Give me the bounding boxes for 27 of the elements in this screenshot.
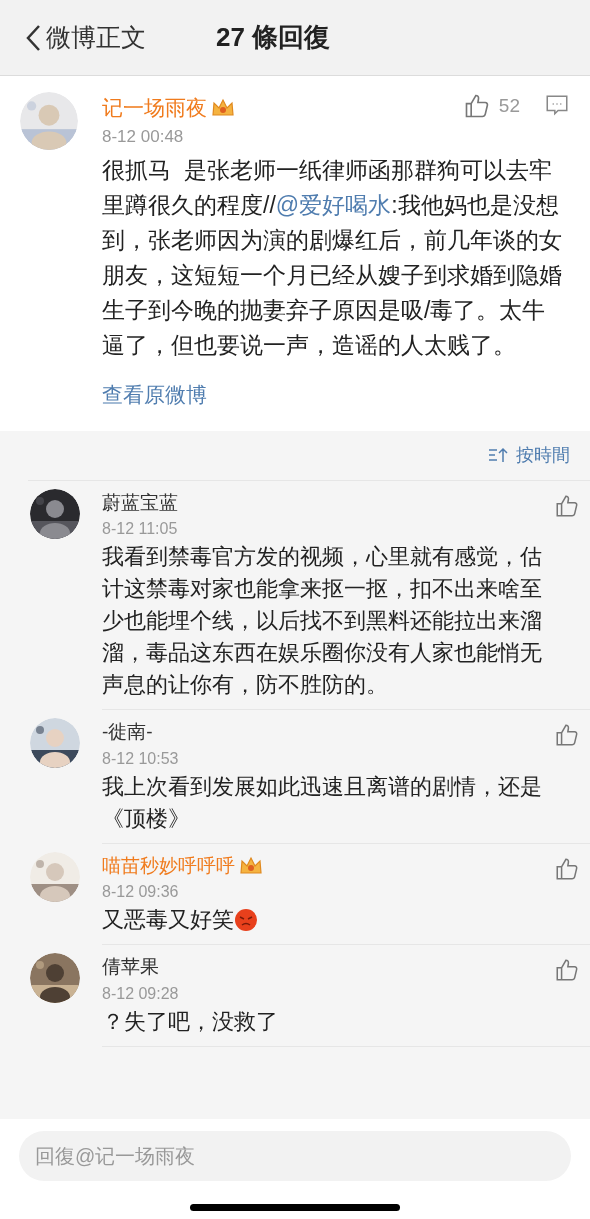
mention-link[interactable]: @爱好喝水 [275, 192, 392, 218]
timestamp: 8-12 10:53 [102, 748, 180, 769]
post-text: 很抓马 是张老师一纸律师函那群狗可以去牢里蹲很久的程度//@爱好喝水:我他妈也是没想到，张老师因为演的剧爆红后，前几年谈的女朋友，这短短一个月已经从嫂子到求婚到隐婚生子到今晚的抛妻弃子原因是吸/毒了。太牛逼了，但也要说一声，造谣的人太贱了。 [102, 156, 563, 360]
timestamp: 8-12 11:05 [102, 519, 179, 539]
timestamp: 8-12 09:28 [102, 983, 180, 1004]
username[interactable]: 记一场雨夜 [102, 92, 207, 124]
comment-text: 我看到禁毒官方发的视频，心里就有感觉，估计这禁毒对家也能拿来抠一抠，扣不出来啥至少也能埋个线，以后找不到黑料还能拉出来溜溜，毒品这东西在娱乐圈你没有人家也能悄无声息的让你有，防不胜防的。 [102, 543, 543, 699]
username[interactable]: 蔚蓝宝蓝 [102, 488, 178, 517]
page-title: 27 條回復 [216, 21, 331, 54]
like-icon[interactable] [554, 722, 580, 748]
like-count: 52 [498, 94, 520, 118]
reply-field[interactable]: 回復@记一场雨夜 [19, 1131, 571, 1181]
username[interactable]: 喵苗秒妙呼呼呼 [102, 851, 235, 880]
username[interactable]: 倩苹果 [102, 953, 159, 982]
comment-text: 又恶毒又好笑 [102, 906, 234, 934]
like-icon[interactable] [554, 855, 580, 882]
username[interactable]: -徙南- [102, 718, 153, 747]
view-original-link[interactable]: 查看原微博 [102, 379, 570, 411]
back-button[interactable]: 微博正文 [24, 18, 146, 57]
like-icon[interactable] [554, 492, 580, 519]
timestamp: 8-12 09:36 [102, 882, 180, 902]
like-icon[interactable] [554, 957, 580, 983]
comment-text: ？失了吧，没救了 [102, 1007, 278, 1036]
timestamp: 8-12 00:48 [102, 125, 185, 148]
comment-text: 我上次看到发展如此迅速且离谱的剧情，还是《顶楼》 [102, 772, 543, 833]
sort-icon [488, 447, 508, 463]
sort-button[interactable]: 按時間 [488, 441, 570, 469]
